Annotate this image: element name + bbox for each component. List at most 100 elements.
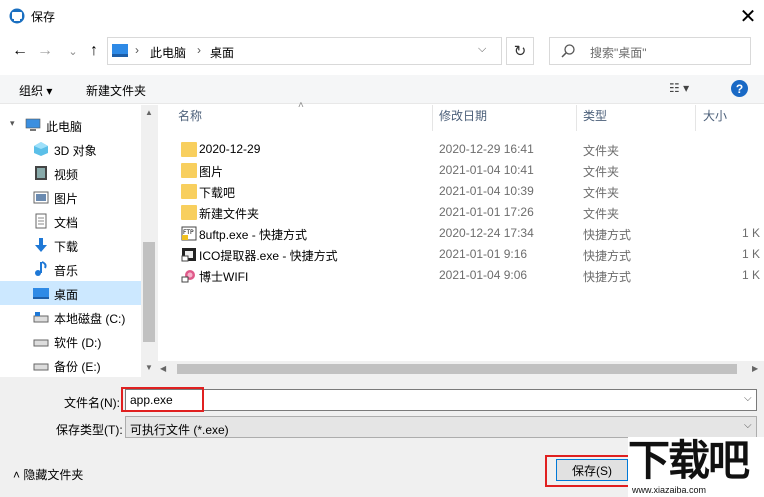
file-row[interactable]: 2020-12-29 2020-12-29 16:41 文件夹 [176,139,764,160]
scroll-up-icon[interactable]: ▲ [145,108,153,117]
document-icon [35,213,47,229]
folder-icon [181,184,197,199]
sidebar-item-drive-d[interactable]: 软件 (D:) [0,329,141,353]
file-date: 2021-01-01 9:16 [439,247,528,261]
filename-input[interactable] [125,389,757,411]
file-date: 2020-12-29 16:41 [439,142,534,156]
sidebar-item-drive-e[interactable]: 备份 (E:) [0,353,141,377]
column-header-size[interactable]: 大小 [703,107,727,124]
scroll-right-icon[interactable]: ▶ [752,364,758,373]
scroll-left-icon[interactable]: ◀ [160,364,166,373]
file-row[interactable]: 博士WIFI 2021-01-04 9:06 快捷方式 1 K [176,265,764,286]
hide-folders-button[interactable]: ˄ 隐藏文件夹 [13,466,83,483]
file-name: 下载吧 [199,186,236,200]
filetype-select[interactable]: 可执行文件 (*.exe) [125,416,757,438]
column-header-name[interactable]: 名称 [178,107,202,124]
file-name: 新建文件夹 [199,207,260,221]
folder-icon [181,205,197,220]
file-size: 1 K [742,268,761,282]
sidebar-item-videos[interactable]: 视频 [0,161,141,185]
sidebar-item-label: 软件 (D:) [54,336,102,350]
column-divider[interactable] [432,105,433,131]
help-button[interactable]: ? [731,80,748,97]
file-name: 图片 [199,165,224,179]
sidebar-item-documents[interactable]: 文档 [0,209,141,233]
file-type: 快捷方式 [583,270,632,284]
sidebar-item-downloads[interactable]: 下载 [0,233,141,257]
file-row[interactable]: 下载吧 2021-01-04 10:39 文件夹 [176,181,764,202]
file-type: 文件夹 [583,186,620,200]
sidebar-scrollbar-thumb[interactable] [143,242,155,342]
address-bar[interactable]: › 此电脑 › 桌面 ⌵ [107,37,502,65]
close-button[interactable]: ✕ [732,0,764,32]
expand-icon[interactable]: ▾ [10,118,15,129]
computer-icon [25,118,41,131]
sidebar-item-label: 本地磁盘 (C:) [54,312,126,326]
address-dropdown-icon[interactable]: ⌵ [478,43,486,56]
scroll-down-icon[interactable]: ▼ [145,363,153,372]
breadcrumb-separator: › [197,43,201,57]
sort-ascending-icon: ˄ [298,100,304,111]
forward-button[interactable]: → [35,41,55,61]
app-icon [9,8,25,24]
file-name: 2020-12-29 [199,142,261,156]
filetype-dropdown-icon[interactable]: ⌵ [744,420,752,431]
watermark-logo: 下载吧 www.xiazaiba.com [628,437,764,497]
new-folder-button[interactable]: 新建文件夹 [86,82,146,99]
column-header-date[interactable]: 修改日期 [439,107,487,124]
breadcrumb-desktop[interactable]: 桌面 [210,44,234,61]
sidebar-item-this-pc[interactable]: ▾ 此电脑 [0,113,141,137]
search-input[interactable]: 搜索"桌面" [549,37,751,65]
sidebar-item-label: 视频 [54,168,79,182]
sidebar-item-label: 备份 (E:) [54,360,101,374]
file-row[interactable]: 图片 2021-01-04 10:41 文件夹 [176,160,764,181]
file-type: 快捷方式 [583,228,632,242]
wifi-shortcut-icon [181,270,195,283]
sidebar-item-3d-objects[interactable]: 3D 对象 [0,137,141,161]
sidebar-item-music[interactable]: 音乐 [0,257,141,281]
drive-icon [33,339,49,347]
file-type: 文件夹 [583,165,620,179]
recent-locations-button[interactable]: ⌄ [63,41,83,61]
desktop-icon [33,288,49,299]
music-icon [35,261,47,276]
watermark-text: 下载吧 [628,436,750,485]
breadcrumb-this-pc[interactable]: 此电脑 [150,44,186,61]
sidebar-item-label: 下载 [54,240,79,254]
drive-icon [33,363,49,371]
video-icon [35,166,47,180]
view-options-button[interactable]: ☷ ▾ [669,81,689,95]
organize-button[interactable]: 组织 ▾ [19,82,52,99]
filename-label: 文件名(N): [64,396,120,410]
file-date: 2021-01-04 10:41 [439,163,534,177]
sidebar-item-desktop[interactable]: 桌面 [0,281,141,305]
3d-objects-icon [34,142,48,156]
sidebar-item-pictures[interactable]: 图片 [0,185,141,209]
window-title: 保存 [31,10,56,24]
file-row[interactable]: FTP 8uftp.exe - 快捷方式 2020-12-24 17:34 快捷… [176,223,764,244]
horizontal-scrollbar-thumb[interactable] [177,364,737,374]
file-date: 2021-01-04 10:39 [439,184,534,198]
back-button[interactable]: ← [10,41,30,61]
filename-dropdown-icon[interactable]: ⌵ [744,393,752,404]
file-name: ICO提取器.exe - 快捷方式 [199,249,338,263]
ftp-shortcut-icon: FTP [181,226,197,241]
file-row[interactable]: ICO提取器.exe - 快捷方式 2021-01-01 9:16 快捷方式 1… [176,244,764,265]
column-divider[interactable] [695,105,696,131]
search-placeholder: 搜索"桌面" [590,46,647,60]
sidebar-item-drive-c[interactable]: 本地磁盘 (C:) [0,305,141,329]
column-divider[interactable] [576,105,577,131]
file-name: 8uftp.exe - 快捷方式 [199,228,308,242]
file-date: 2021-01-04 9:06 [439,268,528,282]
file-date: 2020-12-24 17:34 [439,226,534,240]
up-button[interactable]: ↑ [84,41,104,61]
command-toolbar: 组织 ▾ 新建文件夹 ☷ ▾ ? [0,75,764,104]
column-header-type[interactable]: 类型 [583,107,607,124]
file-name: 博士WIFI [199,270,249,284]
refresh-button[interactable]: ↻ [506,37,534,65]
breadcrumb-separator: › [135,43,139,57]
sidebar-item-label: 文档 [54,216,79,230]
title-bar: 保存 ✕ [0,0,764,32]
file-row[interactable]: 新建文件夹 2021-01-01 17:26 文件夹 [176,202,764,223]
folder-icon [181,163,197,178]
